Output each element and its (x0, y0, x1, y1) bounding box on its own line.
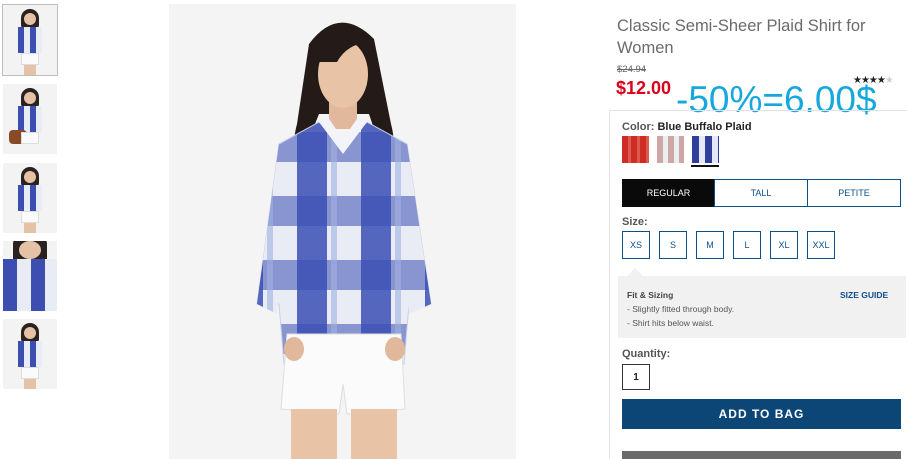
swatch-pink-plaid[interactable] (657, 136, 684, 163)
swatch-selected-indicator (691, 165, 719, 167)
thumbnail-4[interactable] (3, 241, 57, 311)
thumbnail-5[interactable] (3, 319, 57, 389)
size-s-button[interactable]: S (659, 231, 687, 259)
quantity-input[interactable]: 1 (622, 364, 650, 390)
size-m-button[interactable]: M (696, 231, 724, 259)
fit-note: - Slightly fitted through body. (627, 304, 735, 314)
color-value: Blue Buffalo Plaid (657, 121, 752, 133)
size-xs-button[interactable]: XS (622, 231, 650, 259)
tab-tall[interactable]: TALL (714, 179, 808, 207)
add-to-bag-button[interactable]: ADD TO BAG (622, 399, 901, 429)
swatch-red-plaid[interactable] (622, 136, 649, 163)
tab-regular[interactable]: REGULAR (622, 179, 715, 207)
main-product-image (169, 4, 516, 459)
sale-price: $12.00 (616, 78, 672, 98)
quantity-label: Quantity: (622, 348, 671, 360)
thumbnail-2[interactable] (3, 84, 57, 154)
tab-petite[interactable]: PETITE (807, 179, 901, 207)
size-guide-link[interactable]: SIZE GUIDE (840, 290, 888, 300)
fit-box-caret (627, 268, 643, 276)
swatch-blue-buffalo-plaid[interactable] (692, 136, 719, 163)
original-price: $24.94 (617, 64, 647, 75)
size-xl-button[interactable]: XL (770, 231, 798, 259)
color-label-text: Color: (622, 121, 655, 133)
fit-note: - Shirt hits below waist. (627, 318, 714, 328)
size-label: Size: (622, 216, 648, 228)
size-xxl-button[interactable]: XXL (807, 231, 835, 259)
color-label: Color: Blue Buffalo Plaid (622, 121, 752, 133)
star-empty-icon: ★ (884, 75, 894, 86)
thumbnail-1[interactable] (2, 4, 58, 76)
secondary-action-bar[interactable] (622, 451, 901, 459)
size-l-button[interactable]: L (733, 231, 761, 259)
product-title: Classic Semi-Sheer Plaid Shirt for Women (617, 17, 866, 57)
thumbnail-3[interactable] (3, 163, 57, 233)
model-illustration (256, 22, 432, 459)
fit-sizing-title: Fit & Sizing (627, 290, 674, 300)
